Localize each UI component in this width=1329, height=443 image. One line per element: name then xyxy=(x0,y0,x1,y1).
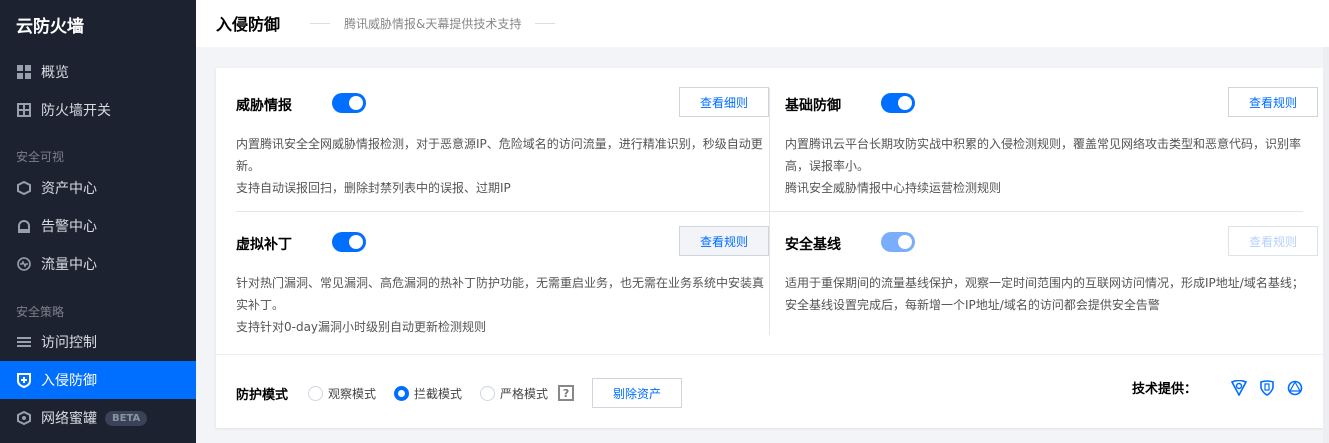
view-rules-button[interactable]: 查看规则 xyxy=(1228,226,1318,256)
protection-mode-label: 防护模式 xyxy=(236,387,289,403)
divider xyxy=(216,354,1323,355)
cube-icon xyxy=(16,180,32,196)
page-subtitle: 腾讯威胁情报&天幕提供技术支持 xyxy=(296,15,569,32)
cell-title: 威胁情报 xyxy=(236,98,292,114)
sidebar-item-traffic[interactable]: 流量中心 xyxy=(0,245,196,283)
hexagon-icon xyxy=(16,410,32,426)
sidebar-item-label: 流量中心 xyxy=(41,257,97,273)
sidebar-item-firewall-switch[interactable]: 防火墙开关 xyxy=(0,91,196,129)
group-label: 安全可视 xyxy=(16,150,65,164)
table-icon xyxy=(16,102,32,118)
sidebar-item-label: 防火墙开关 xyxy=(41,103,111,119)
pulse-icon xyxy=(16,256,32,272)
beta-badge: BETA xyxy=(105,410,148,426)
radio-label: 拦截模式 xyxy=(414,386,463,401)
sidebar-item-intrusion-defense[interactable]: 入侵防御 xyxy=(0,361,196,399)
threat-intel-toggle[interactable] xyxy=(332,93,366,113)
sidebar-item-access-control[interactable]: 访问控制 xyxy=(0,323,196,361)
sliders-icon xyxy=(16,334,32,350)
page-header: 入侵防御 腾讯威胁情报&天幕提供技术支持 xyxy=(196,0,1329,47)
cell-description: 适用于重保期间的流量基线保护，观察一定时间范围内的互联网访问情况，形成IP地址/… xyxy=(785,272,1315,316)
remove-assets-button[interactable]: 剔除资产 xyxy=(592,378,683,408)
desc-line: 支持针对0-day漏洞小时级别自动更新检测规则 xyxy=(236,320,487,334)
desc-line: 针对热门漏洞、常见漏洞、高危漏洞的热补丁防护功能，无需重启业务，也无需在业务系统… xyxy=(236,276,765,312)
virtual-patch-toggle[interactable] xyxy=(332,232,366,252)
cell-description: 针对热门漏洞、常见漏洞、高危漏洞的热补丁防护功能，无需重启业务，也无需在业务系统… xyxy=(236,272,766,338)
desc-line: 内置腾讯安全全网威胁情报检测，对于恶意源IP、危险域名的访问流量，进行精准识别，… xyxy=(236,137,763,173)
security-baseline-toggle[interactable] xyxy=(881,232,915,252)
product-title: 云防火墙 xyxy=(16,17,84,37)
tianmu-logo-icon xyxy=(1260,379,1274,396)
radio-observe-mode[interactable]: 观察模式 xyxy=(308,385,376,402)
cell-description: 内置腾讯云平台长期攻防实战中积累的入侵检测规则，覆盖常见网络攻击类型和恶意代码，… xyxy=(785,133,1315,199)
grid-icon xyxy=(16,64,32,80)
cell-title: 虚拟补丁 xyxy=(236,237,292,253)
divider xyxy=(769,88,770,335)
cell-description: 内置腾讯安全全网威胁情报检测，对于恶意源IP、危险域名的访问流量，进行精准识别，… xyxy=(236,133,766,199)
alarm-icon xyxy=(16,218,32,234)
tech-provider: 技术提供： xyxy=(1132,378,1303,397)
sidebar-item-label: 概览 xyxy=(41,65,69,81)
sidebar: 云防火墙 概览 防火墙开关 安全可视 资产中心 告警中心 流量中心 安全策略 访… xyxy=(0,0,196,443)
view-rules-button[interactable]: 查看规则 xyxy=(1228,87,1318,117)
radio-label: 观察模式 xyxy=(328,386,377,401)
shield-plus-icon xyxy=(16,372,32,388)
desc-line: 腾讯安全威胁情报中心持续运营检测规则 xyxy=(785,181,1002,195)
sidebar-item-assets[interactable]: 资产中心 xyxy=(0,169,196,207)
sidebar-item-overview[interactable]: 概览 xyxy=(0,53,196,91)
basic-defense-toggle[interactable] xyxy=(881,93,915,113)
view-details-button[interactable]: 查看细则 xyxy=(679,87,769,117)
cell-title: 安全基线 xyxy=(785,237,841,253)
radio-strict-mode[interactable]: 严格模式 xyxy=(480,385,548,402)
sidebar-item-alerts[interactable]: 告警中心 xyxy=(0,207,196,245)
view-rules-button[interactable]: 查看规则 xyxy=(679,226,769,256)
cell-title: 基础防御 xyxy=(785,98,841,114)
sidebar-item-label: 资产中心 xyxy=(41,181,97,197)
sidebar-item-label: 入侵防御 xyxy=(41,373,97,389)
sidebar-item-label: 告警中心 xyxy=(41,219,97,235)
desc-line: 适用于重保期间的流量基线保护，观察一定时间范围内的互联网访问情况，形成IP地址/… xyxy=(785,276,1304,312)
sidebar-item-label: 网络蜜罐 xyxy=(41,411,97,427)
desc-line: 支持自动误报回扫，删除封禁列表中的误报、过期IP xyxy=(236,181,511,195)
group-label: 安全策略 xyxy=(16,305,65,319)
tech-provider-label: 技术提供： xyxy=(1131,382,1197,397)
radio-label: 严格模式 xyxy=(500,386,549,401)
scrollbar[interactable] xyxy=(1323,47,1329,443)
security-lab-logo-icon xyxy=(1287,380,1303,395)
tencent-threat-intel-logo-icon xyxy=(1231,379,1247,396)
defense-card: 威胁情报 查看细则 内置腾讯安全全网威胁情报检测，对于恶意源IP、危险域名的访问… xyxy=(216,68,1323,428)
sidebar-item-honeypot[interactable]: 网络蜜罐 BETA xyxy=(0,399,196,437)
help-icon[interactable]: ? xyxy=(558,385,575,401)
sidebar-item-label: 访问控制 xyxy=(41,335,97,351)
subtitle-text: 腾讯威胁情报&天幕提供技术支持 xyxy=(344,17,522,31)
desc-line: 内置腾讯云平台长期攻防实战中积累的入侵检测规则，覆盖常见网络攻击类型和恶意代码，… xyxy=(785,137,1302,173)
page-title: 入侵防御 xyxy=(216,15,281,34)
radio-block-mode[interactable]: 拦截模式 xyxy=(394,385,462,402)
protection-mode-bar: 防护模式 观察模式 拦截模式 严格模式 ? 剔除资产 xyxy=(236,378,683,408)
